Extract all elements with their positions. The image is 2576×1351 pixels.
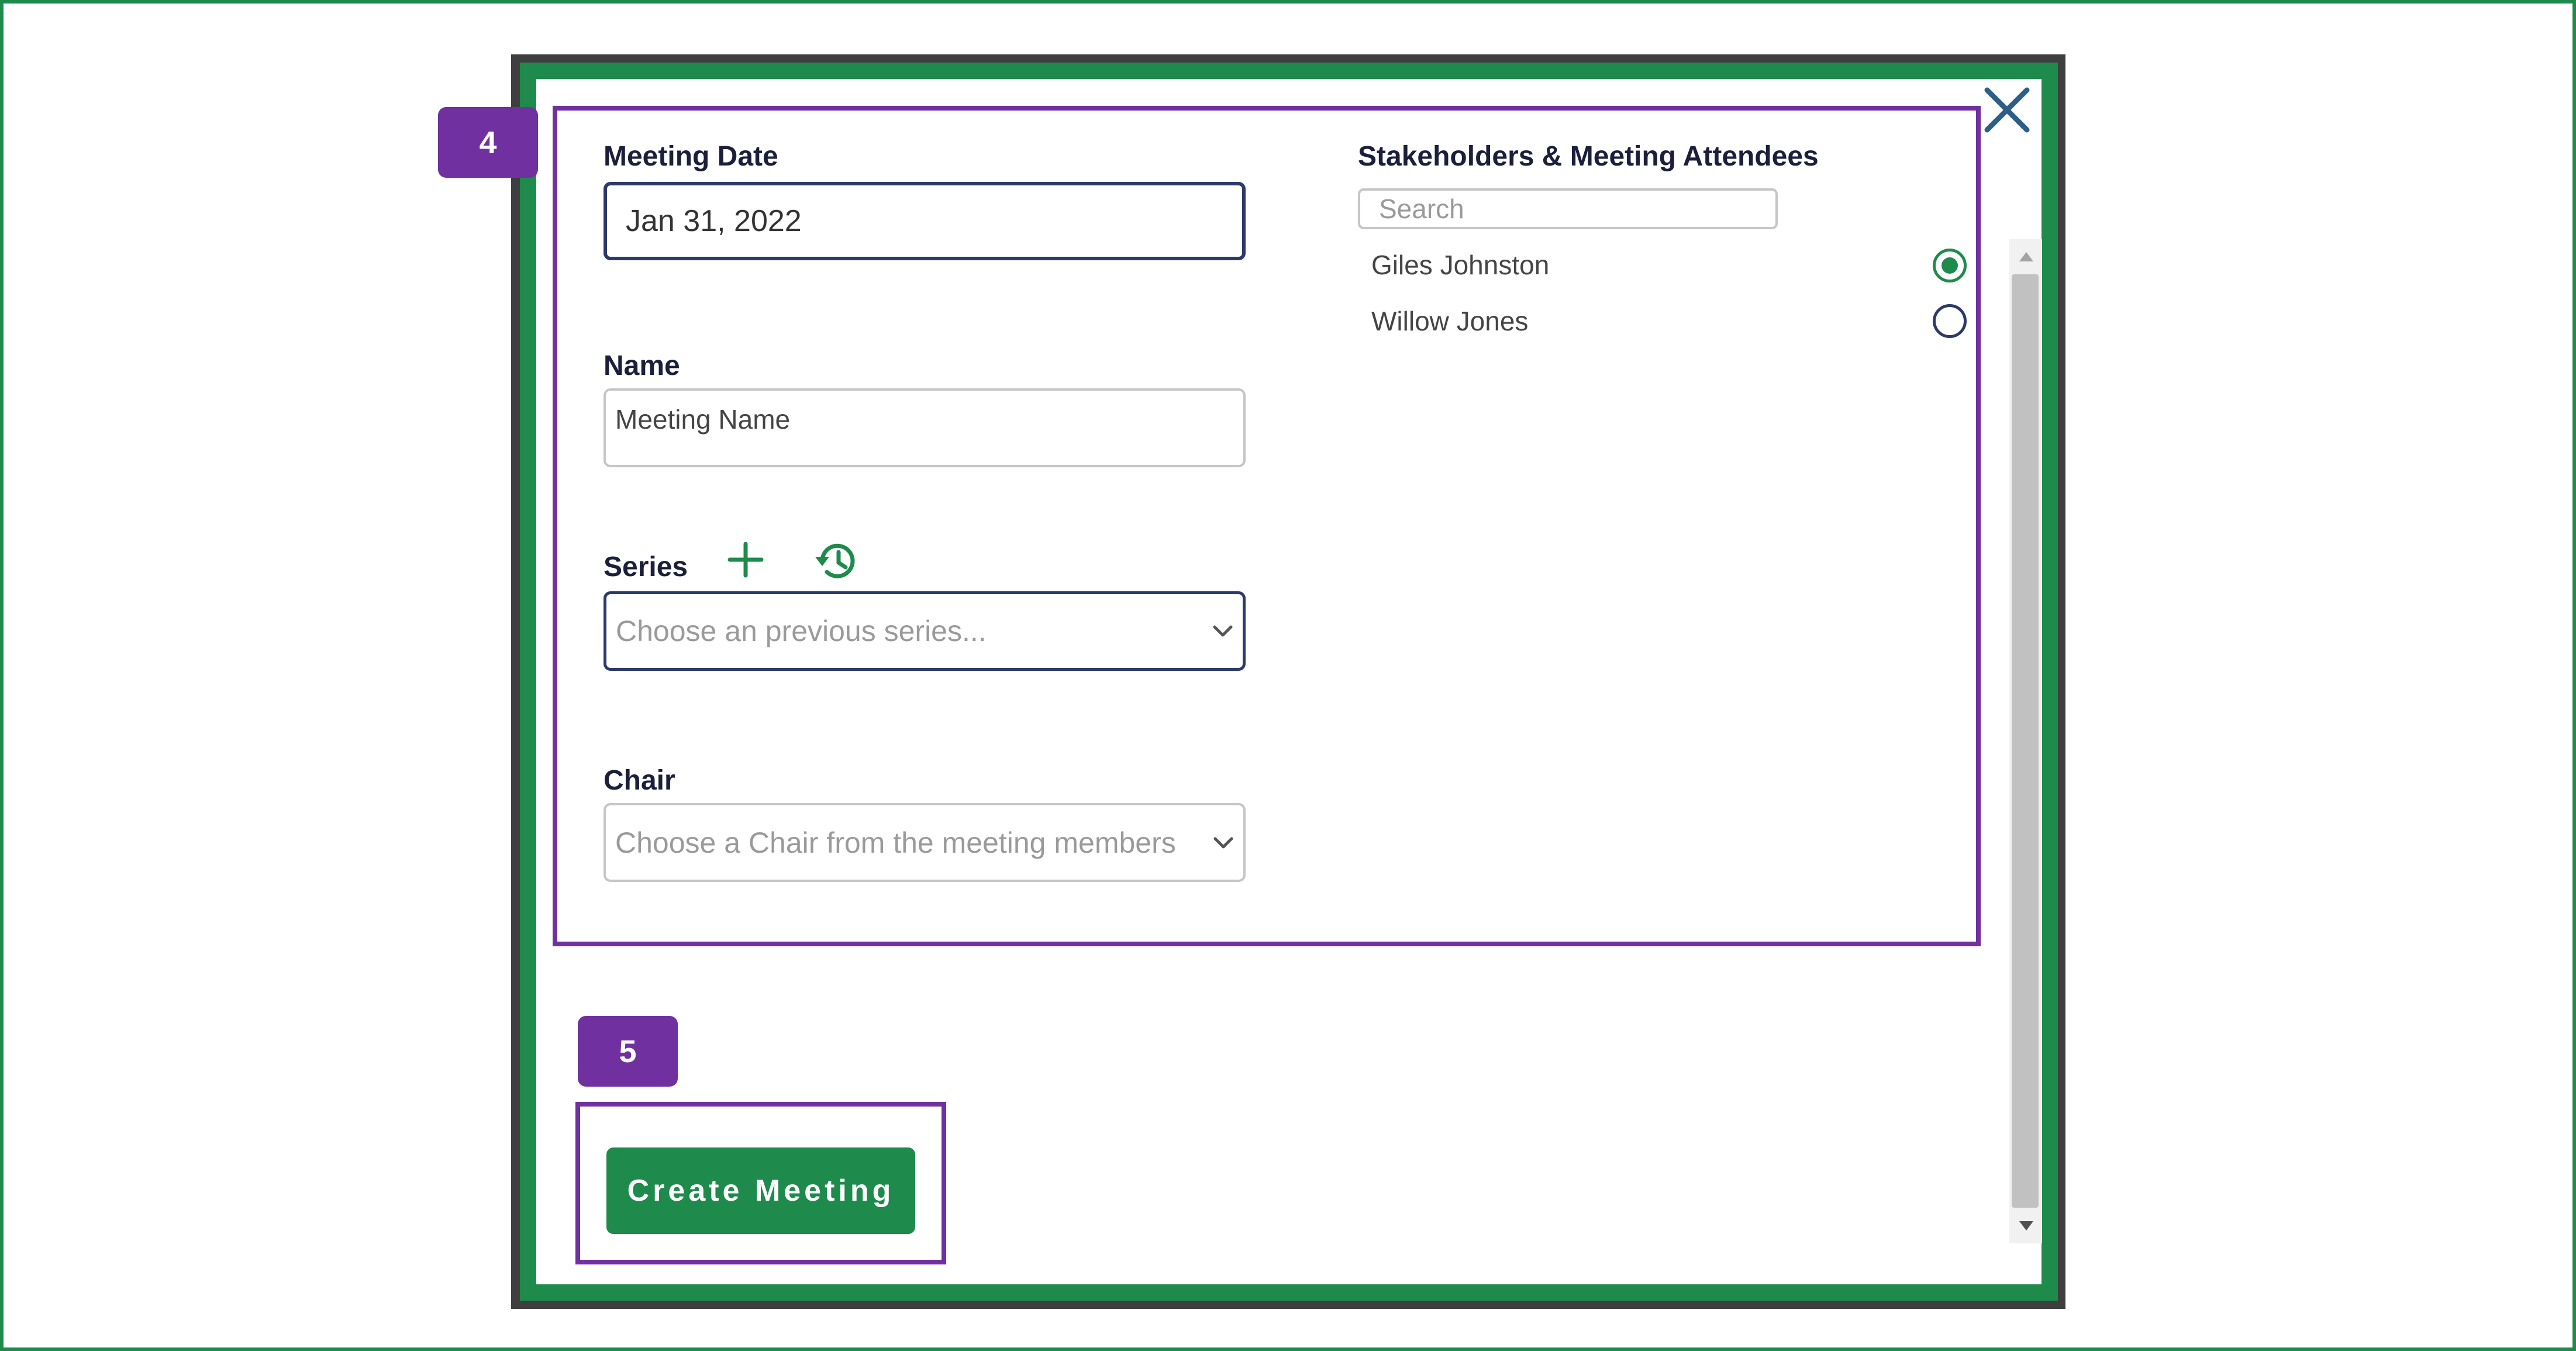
close-icon xyxy=(1984,87,2030,133)
attendee-radio-willow-jones[interactable] xyxy=(1933,304,1967,338)
scroll-thumb[interactable] xyxy=(2012,274,2039,1208)
modal-scrollbar[interactable] xyxy=(2009,239,2042,1243)
plus-icon xyxy=(727,542,764,578)
meeting-date-value: Jan 31, 2022 xyxy=(626,204,802,238)
attendee-radio-giles-johnston[interactable] xyxy=(1933,249,1967,282)
meeting-date-input[interactable]: Jan 31, 2022 xyxy=(604,182,1246,260)
attendees-label: Stakeholders & Meeting Attendees xyxy=(1358,141,1819,172)
meeting-name-input[interactable]: Meeting Name xyxy=(604,388,1246,467)
chevron-down-icon xyxy=(1213,625,1233,637)
annotation-badge-4: 4 xyxy=(438,107,538,178)
add-series-button[interactable] xyxy=(726,540,765,579)
attendee-name: Giles Johnston xyxy=(1371,250,1550,280)
series-label: Series xyxy=(604,552,688,583)
history-icon xyxy=(815,543,855,578)
close-button[interactable] xyxy=(1978,81,2036,139)
annotation-badge-5: 5 xyxy=(578,1016,678,1087)
scroll-up-arrow[interactable] xyxy=(2019,252,2033,261)
chair-label: Chair xyxy=(604,765,675,796)
create-meeting-button[interactable]: Create Meeting xyxy=(606,1147,915,1234)
chair-select[interactable]: Choose a Chair from the meeting members xyxy=(604,803,1246,882)
chevron-down-icon xyxy=(1213,837,1233,848)
chair-selected-value: Choose a Chair from the meeting members xyxy=(615,826,1176,859)
previous-series-button[interactable] xyxy=(813,537,861,585)
series-select[interactable]: Choose an previous series... xyxy=(604,591,1246,671)
attendee-search-input[interactable]: Search xyxy=(1358,188,1778,229)
meeting-date-label: Meeting Date xyxy=(604,141,778,172)
series-selected-value: Choose an previous series... xyxy=(616,615,987,647)
name-label: Name xyxy=(604,350,680,381)
attendee-name: Willow Jones xyxy=(1371,306,1529,336)
attendee-search-placeholder: Search xyxy=(1379,194,1464,224)
meeting-name-placeholder: Meeting Name xyxy=(615,404,791,435)
scroll-down-arrow[interactable] xyxy=(2019,1221,2033,1231)
